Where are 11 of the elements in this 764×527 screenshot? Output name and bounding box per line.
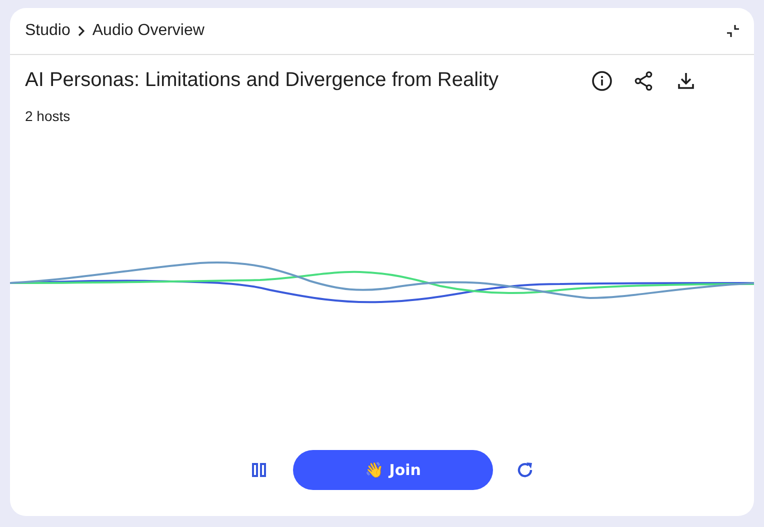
join-button[interactable]: 👋 Join — [293, 450, 493, 490]
audio-title: AI Personas: Limitations and Divergence from Reality — [25, 69, 499, 92]
breadcrumb-item: Audio Overview — [92, 22, 204, 40]
chevron-icon — [76, 25, 86, 37]
breadcrumb-item[interactable]: Studio — [25, 22, 70, 40]
hosts-label: 2 hosts — [25, 108, 70, 124]
collapse-icon[interactable] — [726, 24, 740, 38]
share-icon[interactable] — [633, 70, 655, 92]
restart-icon[interactable] — [515, 460, 535, 480]
pause-icon — [251, 462, 267, 478]
info-icon[interactable] — [591, 70, 613, 92]
